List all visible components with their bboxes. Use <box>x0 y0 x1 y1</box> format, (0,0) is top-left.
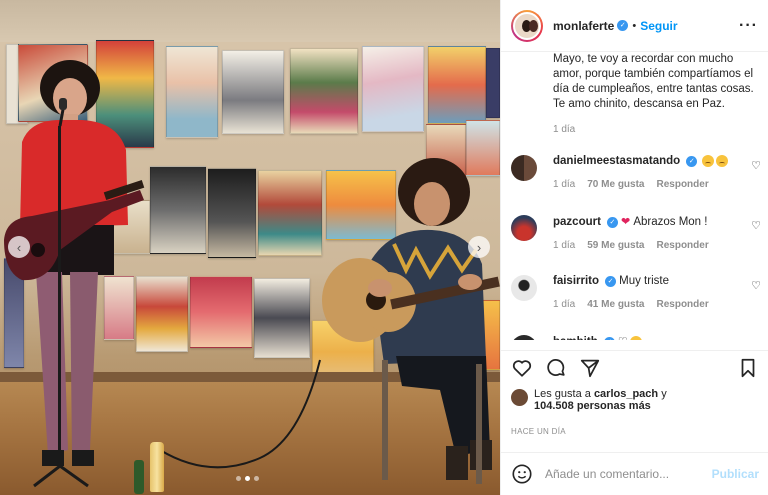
poster <box>208 168 256 258</box>
carousel-dot <box>254 476 259 481</box>
comment-time: 1 día <box>553 299 576 310</box>
more-options-icon[interactable]: ··· <box>739 17 758 35</box>
comment-item: danielmeestasmatando ✓ 1 día 70 Me gusta… <box>501 155 768 195</box>
author-username[interactable]: monlaferte <box>553 19 614 33</box>
comment-meta: 1 día 70 Me gusta Responder <box>553 179 741 190</box>
reply-button[interactable]: Responder <box>657 179 709 190</box>
verified-badge-icon: ✓ <box>603 336 615 340</box>
comment-item: pazcourt ✓ ❤ Abrazos Mon ! 1 día 59 Me g… <box>501 215 768 255</box>
add-comment-bar: Publicar <box>501 452 768 495</box>
poster <box>428 46 486 124</box>
sad-emoji-icon <box>702 155 715 168</box>
caption-time: 1 día <box>553 124 576 135</box>
post-timestamp: HACE UN DÍA <box>511 427 566 436</box>
comments-list[interactable]: Mayo, te voy a recordar con mucho amor, … <box>501 52 768 340</box>
poster <box>190 276 252 348</box>
carousel-dot <box>236 476 241 481</box>
comment-time: 1 día <box>553 179 576 191</box>
verified-badge-icon: ✓ <box>605 275 617 287</box>
post-header: monlaferte ✓ • Seguir ··· <box>501 0 768 52</box>
reply-button[interactable]: Responder <box>657 240 709 251</box>
comment-text: Muy triste <box>619 275 669 287</box>
comment-like-heart-icon[interactable]: ♡ <box>751 219 761 232</box>
share-icon[interactable] <box>579 357 601 379</box>
post-caption: Mayo, te voy a recordar con mucho amor, … <box>553 53 754 110</box>
red-heart-emoji-icon: ❤ <box>621 216 631 228</box>
comment-item: faisirrito ✓ Muy triste 1 día 41 Me gust… <box>501 275 768 315</box>
comment-like-heart-icon[interactable]: ♡ <box>751 159 761 172</box>
likes-prefix: Les gusta a <box>534 388 591 400</box>
comment-text: Abrazos Mon ! <box>633 216 708 228</box>
comment-input[interactable] <box>545 467 705 481</box>
poster <box>166 46 218 138</box>
carousel-indicator <box>236 476 259 481</box>
post-photo[interactable]: ‹ › <box>0 0 500 495</box>
comment-likes[interactable]: 41 Me gusta <box>587 299 644 310</box>
comment-meta: 1 día 41 Me gusta Responder <box>553 299 741 310</box>
water-bottle <box>150 442 164 492</box>
liker-username[interactable]: carlos_pach <box>594 388 658 400</box>
poster <box>290 48 358 134</box>
liker-avatar[interactable] <box>511 389 528 406</box>
poster <box>222 50 284 134</box>
post-actions-bar <box>501 350 768 384</box>
poster <box>362 46 424 132</box>
publish-button[interactable]: Publicar <box>712 467 759 481</box>
author-avatar[interactable] <box>511 9 543 42</box>
caption-meta: 1 día <box>501 124 768 135</box>
comment-like-heart-icon[interactable]: ♡ <box>751 279 761 292</box>
comment-likes[interactable]: 59 Me gusta <box>587 240 644 251</box>
heart-icon[interactable] <box>511 357 533 379</box>
sad-emoji-icon <box>716 155 729 168</box>
verified-badge-icon: ✓ <box>617 20 629 31</box>
comment-username[interactable]: faisirrito <box>553 275 599 287</box>
chevron-right-icon: › <box>476 239 482 255</box>
carousel-dot-active <box>245 476 250 481</box>
comment-username[interactable]: danielmeestasmatando <box>553 155 680 167</box>
reply-button[interactable]: Responder <box>657 299 709 310</box>
separator-dot: • <box>632 19 637 32</box>
comment-item: bambith ✓ ♡ ♡ <box>501 335 768 340</box>
comment-like-heart-icon[interactable]: ♡ <box>751 339 761 340</box>
bottle <box>134 460 144 494</box>
heart-outline-emoji-icon: ♡ <box>618 336 628 340</box>
cable <box>159 359 321 469</box>
likes-summary: Les gusta a carlos_pach y 104.508 person… <box>511 388 667 412</box>
comment-username[interactable]: bambith <box>553 336 598 340</box>
poster <box>150 166 206 254</box>
chevron-left-icon: ‹ <box>16 239 22 255</box>
post-side-panel: monlaferte ✓ • Seguir ··· Mayo, te voy a… <box>500 0 768 495</box>
comment-avatar[interactable] <box>511 335 537 340</box>
verified-badge-icon: ✓ <box>686 155 698 167</box>
comment-username[interactable]: pazcourt <box>553 216 601 228</box>
caption-block: Mayo, te voy a recordar con mucho amor, … <box>501 52 768 135</box>
wall-top <box>0 0 500 42</box>
poster <box>486 48 500 118</box>
likes-count[interactable]: 104.508 personas más <box>534 400 667 412</box>
bookmark-icon[interactable] <box>737 357 759 379</box>
comment-avatar[interactable] <box>511 215 537 241</box>
carousel-prev-button[interactable]: ‹ <box>8 236 30 258</box>
comment-icon[interactable] <box>545 357 567 379</box>
comment-avatar[interactable] <box>511 155 537 181</box>
comment-likes[interactable]: 70 Me gusta <box>587 179 644 190</box>
carousel-next-button[interactable]: › <box>468 236 490 258</box>
follow-button[interactable]: Seguir <box>640 19 677 33</box>
verified-badge-icon: ✓ <box>606 216 618 228</box>
smile-emoji-icon <box>629 336 642 340</box>
mic-stand <box>33 98 89 488</box>
comment-time: 1 día <box>553 240 576 251</box>
comment-meta: 1 día 59 Me gusta Responder <box>553 240 741 251</box>
emoji-icon[interactable] <box>511 463 533 485</box>
comment-avatar[interactable] <box>511 275 537 301</box>
likes-conjunction: y <box>661 388 667 400</box>
